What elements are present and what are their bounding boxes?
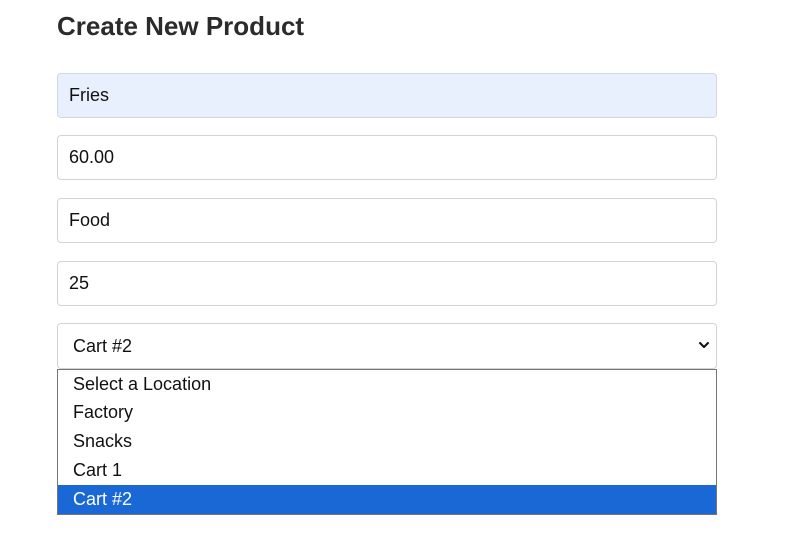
location-option-select-a-location[interactable]: Select a Location [58,370,716,398]
location-option-cart-1[interactable]: Cart 1 [58,456,716,485]
location-select-value: Cart #2 [73,336,133,356]
product-price-input[interactable] [57,135,717,180]
location-option-snacks[interactable]: Snacks [58,427,716,456]
page-title: Create New Product [57,11,305,41]
location-option-factory[interactable]: Factory [58,398,716,427]
chevron-down-icon [699,342,709,348]
product-name-input[interactable] [57,73,717,118]
product-quantity-input[interactable] [57,261,717,306]
location-option-cart-2[interactable]: Cart #2 [58,485,716,514]
product-category-input[interactable] [57,198,717,243]
location-select[interactable]: Cart #2 [57,323,717,369]
location-dropdown-list: Select a Location Factory Snacks Cart 1 … [57,369,717,515]
